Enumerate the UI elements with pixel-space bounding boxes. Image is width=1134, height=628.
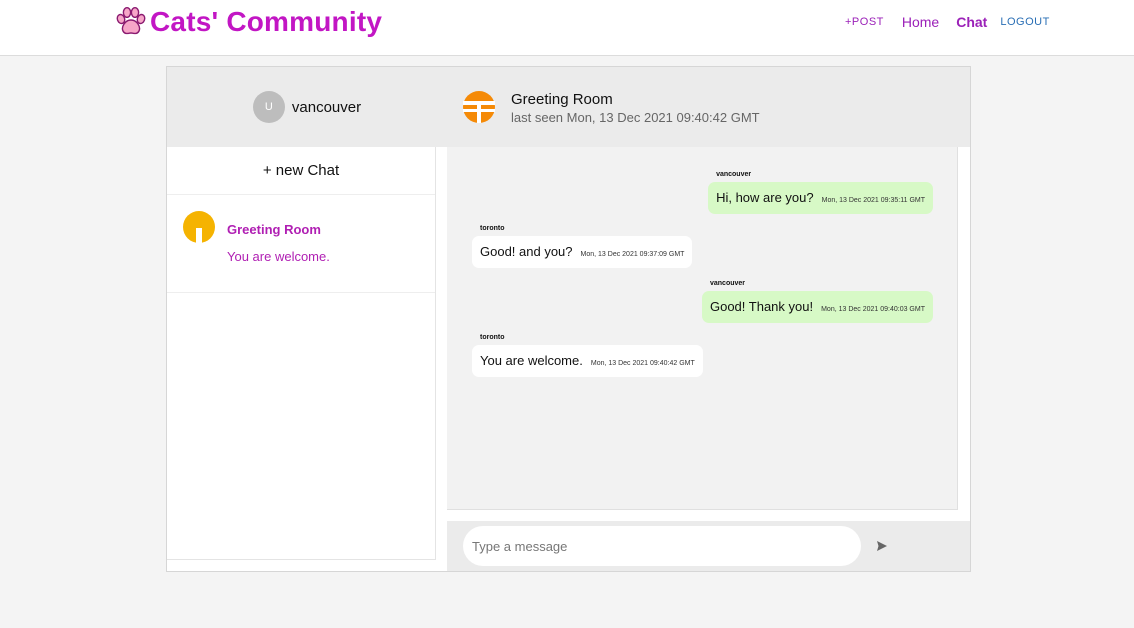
message-item: toronto You are welcome. Mon, 13 Dec 202… — [472, 334, 703, 377]
message-time: Mon, 13 Dec 2021 09:40:42 GMT — [590, 360, 695, 367]
send-icon — [877, 541, 887, 551]
room-list: + new Chat Greeting Room You are welcome… — [167, 147, 436, 560]
message-text: Good! and you? — [480, 244, 573, 259]
message-bubble: You are welcome. Mon, 13 Dec 2021 09:40:… — [472, 345, 703, 377]
message-text: Hi, how are you? — [716, 190, 814, 205]
send-button[interactable] — [871, 535, 893, 557]
main-nav: +POST Home Chat LOGOUT — [845, 14, 1050, 30]
current-username: vancouver — [291, 98, 362, 116]
message-sender: toronto — [480, 225, 505, 232]
chat-panel: Greeting Room last seen Mon, 13 Dec 2021… — [447, 67, 970, 571]
nav-chat-link[interactable]: Chat — [956, 14, 987, 30]
nav-home-link[interactable]: Home — [902, 14, 939, 30]
message-item: vancouver Hi, how are you? Mon, 13 Dec 2… — [708, 171, 933, 214]
message-input[interactable] — [463, 526, 861, 566]
message-bubble: Good! Thank you! Mon, 13 Dec 2021 09:40:… — [701, 291, 933, 323]
brand-title: Cats' Community — [150, 6, 383, 37]
message-composer — [447, 521, 970, 571]
chat-room-name: Greeting Room — [511, 91, 613, 108]
top-navbar: Cats' Community +POST Home Chat LOGOUT — [0, 0, 1134, 56]
message-text: Good! Thank you! — [709, 299, 814, 314]
room-last-message: You are welcome. — [227, 249, 330, 264]
brand-link[interactable]: Cats' Community — [114, 6, 382, 38]
message-sender: toronto — [480, 334, 505, 341]
room-avatar — [183, 211, 215, 243]
user-avatar: U — [252, 91, 285, 123]
sidebar-header: U vancouver — [167, 67, 447, 147]
nav-post-link[interactable]: +POST — [845, 16, 884, 28]
message-sender: vancouver — [709, 280, 746, 287]
message-list: vancouver Hi, how are you? Mon, 13 Dec 2… — [447, 147, 958, 510]
message-time: Mon, 13 Dec 2021 09:35:11 GMT — [821, 197, 925, 204]
chat-last-seen: last seen Mon, 13 Dec 2021 09:40:42 GMT — [511, 110, 760, 125]
message-time: Mon, 13 Dec 2021 09:37:09 GMT — [580, 251, 685, 258]
nav-logout-link[interactable]: LOGOUT — [1000, 16, 1049, 28]
message-time: Mon, 13 Dec 2021 09:40:03 GMT — [821, 306, 925, 313]
room-logo-icon — [463, 91, 495, 123]
message-item: toronto Good! and you? Mon, 13 Dec 2021 … — [472, 225, 693, 268]
new-chat-button[interactable]: + new Chat — [167, 147, 435, 195]
message-sender: vancouver — [716, 171, 752, 178]
message-bubble: Hi, how are you? Mon, 13 Dec 2021 09:35:… — [708, 182, 933, 214]
message-bubble: Good! and you? Mon, 13 Dec 2021 09:37:09… — [472, 236, 693, 268]
paw-icon — [116, 6, 146, 35]
room-name: Greeting Room — [227, 222, 321, 237]
chat-container: U vancouver + new Chat Greeting Room You… — [166, 66, 971, 572]
chat-header: Greeting Room last seen Mon, 13 Dec 2021… — [447, 67, 970, 147]
room-item-greeting-room[interactable]: Greeting Room You are welcome. — [167, 195, 435, 293]
message-item: vancouver Good! Thank you! Mon, 13 Dec 2… — [701, 280, 933, 323]
chat-sidebar: U vancouver + new Chat Greeting Room You… — [167, 67, 447, 571]
message-text: You are welcome. — [480, 353, 583, 368]
